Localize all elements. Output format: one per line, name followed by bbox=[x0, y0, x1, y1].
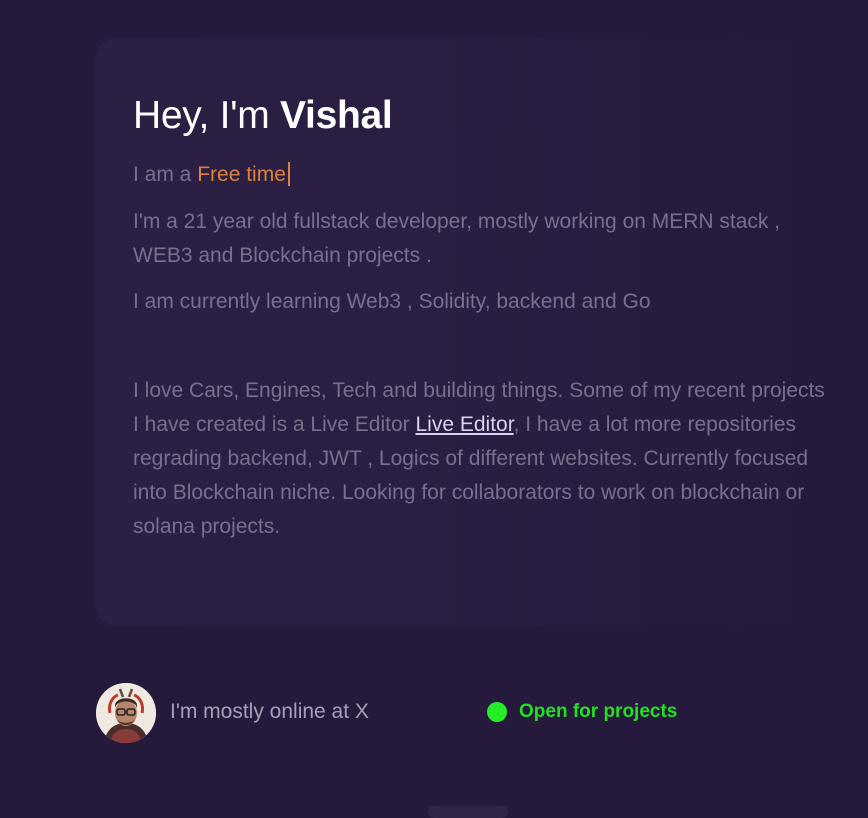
greeting-text: Hey, I'm bbox=[133, 94, 281, 137]
live-editor-link[interactable]: Live Editor bbox=[416, 413, 514, 436]
about-paragraph: I love Cars, Engines, Tech and building … bbox=[133, 374, 833, 544]
page-title: Hey, I'm Vishal bbox=[133, 94, 393, 138]
online-at-x-text: I'm mostly online at X bbox=[170, 700, 369, 723]
typing-caret bbox=[287, 162, 290, 186]
typed-role-text: Free time bbox=[197, 163, 286, 186]
avatar-portrait-icon bbox=[96, 683, 156, 743]
footer-row: I'm mostly online at X Open for projects bbox=[96, 683, 776, 743]
status-dot-icon bbox=[487, 702, 507, 722]
intro-paragraph: I'm a 21 year old fullstack developer, m… bbox=[133, 210, 781, 267]
status-label: Open for projects bbox=[519, 701, 678, 722]
learning-paragraph: I am currently learning Web3 , Solidity,… bbox=[133, 290, 651, 313]
role-prefix: I am a bbox=[133, 163, 198, 186]
author-name: Vishal bbox=[280, 94, 393, 137]
avatar[interactable] bbox=[96, 683, 156, 743]
role-line: I am a Free time bbox=[133, 162, 290, 187]
bottom-edge-element bbox=[428, 806, 508, 818]
